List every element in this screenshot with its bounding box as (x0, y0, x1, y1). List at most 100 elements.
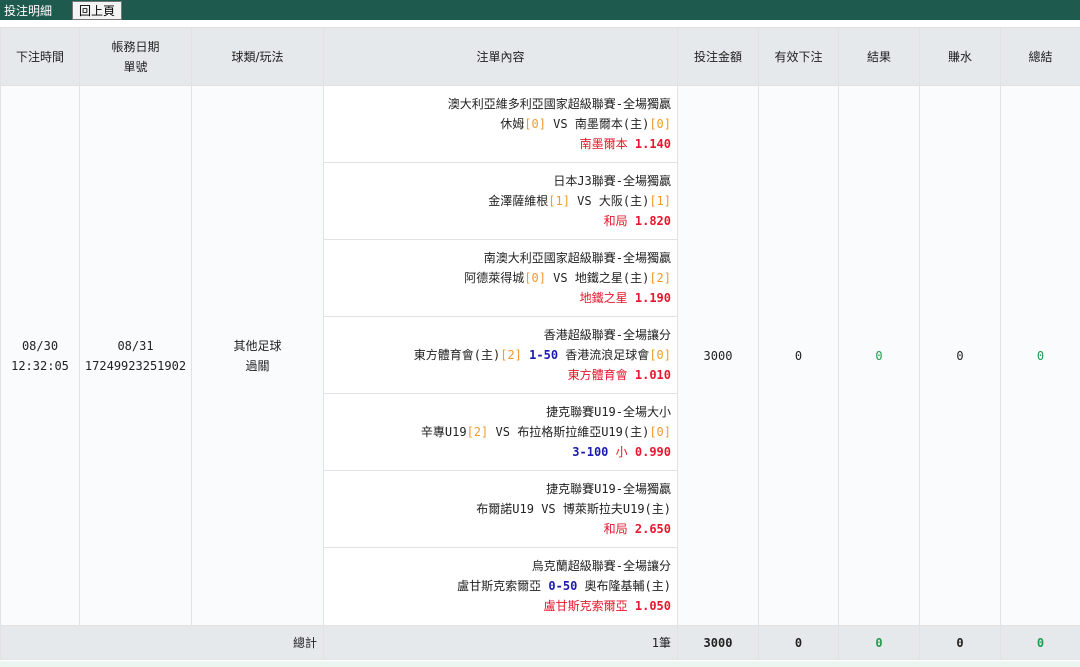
bet-item: 日本J3聯賽-全場獨贏 金澤薩維根[1] VS 大阪(主)[1] 和局 1.820 (324, 163, 677, 240)
away-score: [0] (649, 348, 671, 362)
bet-league: 捷克聯賽U19-全場大小 (546, 405, 671, 419)
away-team: 布拉格斯拉維亞U19(主) (517, 425, 650, 439)
summary-stake: 3000 (677, 625, 759, 660)
summary-label: 總計 (0, 625, 324, 660)
summary-result: 0 (838, 625, 920, 660)
sport-name: 其他足球 (233, 338, 282, 353)
away-team: 大阪(主) (598, 194, 650, 208)
selection-name: 南墨爾本 (579, 137, 628, 151)
bet-teams: 盧甘斯克索爾亞 0-50 奧布隆基輔(主) (324, 576, 671, 596)
versus-label: VS (541, 502, 556, 516)
total-cell: 0 (1000, 85, 1080, 626)
ou-line: 3-100 (572, 445, 609, 459)
selection-name: 和局 (603, 522, 628, 536)
home-team: 金澤薩維根 (488, 194, 549, 208)
summary-count: 1筆 (323, 625, 678, 660)
valid-bet-cell: 0 (758, 85, 839, 626)
bet-item: 捷克聯賽U19-全場獨贏 布爾諾U19 VS 博萊斯拉夫U19(主) 和局 2.65… (324, 471, 677, 548)
bet-item: 澳大利亞維多利亞國家超級聯賽-全場獨贏 休姆[0] VS 南墨爾本(主)[0] 南墨… (324, 86, 677, 163)
bet-league: 澳大利亞維多利亞國家超級聯賽-全場獨贏 (447, 97, 671, 111)
home-score: [0] (524, 117, 546, 131)
bet-teams: 東方體育會(主)[2] 1-50 香港流浪足球會[0] (324, 345, 671, 365)
odds-value: 0.990 (634, 445, 671, 459)
bet-selection: 3-100 小 0.990 (324, 442, 671, 462)
odds-value: 1.140 (634, 137, 671, 151)
col-header-content: 注單內容 (323, 27, 678, 86)
account-date: 08/31 (117, 338, 154, 353)
odds-value: 2.650 (634, 522, 671, 536)
bet-item: 香港超級聯賽-全場讓分 東方體育會(主)[2] 1-50 香港流浪足球會[0] 東方… (324, 317, 677, 394)
back-button[interactable]: 回上頁 (72, 1, 123, 20)
versus-label: VS (495, 425, 510, 439)
bet-item: 捷克聯賽U19-全場大小辛專U19[2] VS 布拉格斯拉維亞U19(主)[0]… (324, 394, 677, 471)
summary-total: 0 (1000, 625, 1080, 660)
odds-value: 1.190 (634, 291, 671, 305)
col-header-valid: 有效下注 (758, 27, 839, 86)
bet-teams: 阿德萊得城[0] VS 地鐵之星(主)[2] (324, 268, 671, 288)
bet-teams: 休姆[0] VS 南墨爾本(主)[0] (324, 114, 671, 134)
bet-league: 烏克蘭超級聯賽-全場讓分 (531, 559, 671, 573)
away-team: 奧布隆基輔(主) (584, 579, 671, 593)
away-score: [0] (649, 117, 671, 131)
bet-time: 12:32:05 (11, 358, 69, 373)
versus-label: VS (553, 271, 568, 285)
header-row: 下注時間 帳務日期 單號 球類/玩法 注單內容 投注金額 有效下注 結果 賺水 … (0, 27, 1080, 86)
bet-time-cell: 08/30 12:32:05 (0, 85, 80, 626)
bet-item: 烏克蘭超級聯賽-全場讓分 盧甘斯克索爾亞 0-50 奧布隆基輔(主) 盧甘斯克索爾亞… (324, 548, 677, 625)
bet-teams: 辛專U19[2] VS 布拉格斯拉維亞U19(主)[0] (324, 422, 671, 442)
page-title: 投注明細 (4, 3, 53, 18)
bet-league: 捷克聯賽U19-全場獨贏 (546, 482, 671, 496)
away-team: 博萊斯拉夫U19(主) (562, 502, 671, 516)
handicap-line: 1-50 (529, 348, 559, 362)
bet-content-cell: 澳大利亞維多利亞國家超級聯賽-全場獨贏 休姆[0] VS 南墨爾本(主)[0] 南墨… (323, 85, 678, 626)
bet-item: 南澳大利亞國家超級聯賽-全場獨贏阿德萊得城[0] VS 地鐵之星(主)[2] 地鐵… (324, 240, 677, 317)
bet-detail-table: 下注時間 帳務日期 單號 球類/玩法 注單內容 投注金額 有效下注 結果 賺水 … (0, 27, 1080, 660)
bet-teams: 布爾諾U19 VS 博萊斯拉夫U19(主) (324, 499, 671, 519)
away-score: [2] (649, 271, 671, 285)
col-header-result: 結果 (838, 27, 920, 86)
away-team: 南墨爾本(主) (574, 117, 650, 131)
winloss-cell: 0 (919, 85, 1001, 626)
away-score: [1] (649, 194, 671, 208)
table-row: 08/30 12:32:05 08/31 17249923251902 其他足球… (0, 85, 1080, 626)
home-team: 盧甘斯克索爾亞 (457, 579, 542, 593)
top-bar: 投注明細 回上頁 (0, 0, 1080, 20)
bet-selection: 南墨爾本 1.140 (324, 134, 671, 154)
col-header-order-no-label: 單號 (123, 59, 148, 74)
summary-valid: 0 (758, 625, 839, 660)
col-header-stake: 投注金額 (677, 27, 759, 86)
home-score: [1] (548, 194, 570, 208)
col-header-bet-time: 下注時間 (0, 27, 80, 86)
col-header-total: 總結 (1000, 27, 1080, 86)
bet-selection: 盧甘斯克索爾亞 1.050 (324, 596, 671, 616)
home-team: 辛專U19 (420, 425, 467, 439)
bet-selection: 和局 2.650 (324, 519, 671, 539)
summary-row: 總計 1筆 3000 0 0 0 0 (0, 625, 1080, 660)
home-team: 布爾諾U19 (476, 502, 534, 516)
bet-selection: 和局 1.820 (324, 211, 671, 231)
bet-selection: 東方體育會 1.010 (324, 365, 671, 385)
bet-league: 南澳大利亞國家超級聯賽-全場獨贏 (483, 251, 671, 265)
col-header-account-date: 帳務日期 單號 (79, 27, 192, 86)
summary-winloss: 0 (919, 625, 1001, 660)
away-team: 香港流浪足球會 (565, 348, 650, 362)
handicap-line: 0-50 (548, 579, 578, 593)
col-header-account-date-label: 帳務日期 (111, 39, 160, 54)
bet-league: 日本J3聯賽-全場獨贏 (553, 174, 671, 188)
bet-teams: 金澤薩維根[1] VS 大阪(主)[1] (324, 191, 671, 211)
sport-cell: 其他足球 過關 (191, 85, 324, 626)
col-header-sport: 球類/玩法 (191, 27, 324, 86)
bet-selection: 地鐵之星 1.190 (324, 288, 671, 308)
home-team: 東方體育會(主) (413, 348, 501, 362)
odds-value: 1.820 (634, 214, 671, 228)
versus-label: VS (577, 194, 592, 208)
selection-name: 盧甘斯克索爾亞 (543, 599, 628, 613)
order-number: 17249923251902 (84, 358, 187, 373)
home-score: [2] (500, 348, 522, 362)
result-cell: 0 (838, 85, 920, 626)
away-score: [0] (649, 425, 671, 439)
bet-date: 08/30 (21, 338, 59, 353)
home-team: 休姆 (500, 117, 525, 131)
bottom-strip (0, 661, 1080, 667)
selection-name: 小 (615, 445, 628, 459)
